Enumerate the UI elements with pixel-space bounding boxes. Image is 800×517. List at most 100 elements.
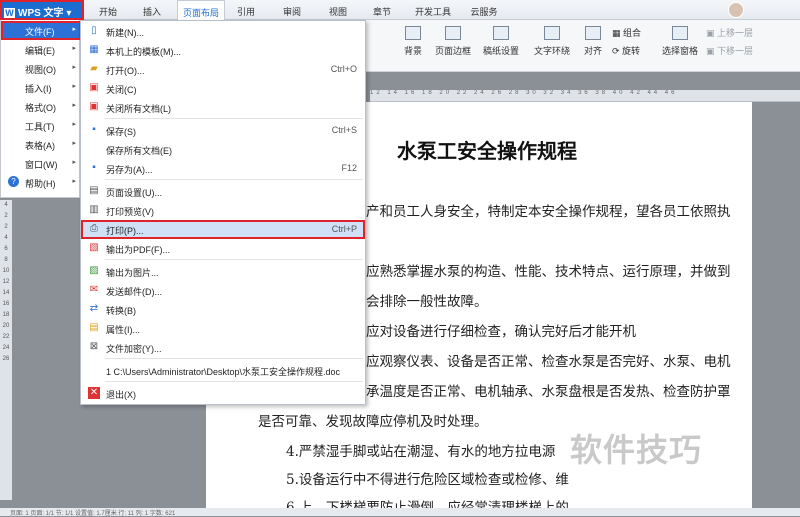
file-submenu: ▯ 新建(N)... ▦ 本机上的模板(M)... ▰ 打开(O)... Ctrl+O … [80, 20, 366, 405]
tab-home[interactable]: 开始 [88, 0, 128, 20]
chevron-right-icon: ▸ [72, 121, 76, 128]
menu-item-print[interactable]: ⎙ 打印(P)... Ctrl+P [81, 220, 365, 239]
convert-icon: ⇄ [89, 303, 99, 314]
menu-item-export-image[interactable]: ▨ 输出为图片... [81, 262, 365, 281]
tab-view[interactable]: 视图 [320, 0, 356, 20]
send-backward-button[interactable]: ▣ 下移一层 [706, 44, 753, 58]
chevron-right-icon: ▸ [72, 26, 76, 33]
document-line: 4.严禁湿手脚或站在潮湿、有水的地方拉电源 [286, 444, 556, 460]
menu-tools[interactable]: 工具(T) ▸ [1, 116, 81, 135]
user-avatar[interactable] [728, 2, 744, 18]
text-wrap-icon [544, 26, 560, 40]
printer-icon: ⎙ [90, 223, 98, 234]
template-icon: ▦ [89, 44, 99, 55]
menu-window[interactable]: 窗口(W) ▸ [1, 154, 81, 173]
menu-table[interactable]: 表格(A) ▸ [1, 135, 81, 154]
watermark: 软件技巧 [570, 432, 703, 468]
menu-item-export-pdf[interactable]: ▧ 输出为PDF(F)... [81, 239, 365, 258]
tab-page-layout[interactable]: 页面布局 [177, 0, 225, 20]
menu-item-send-mail[interactable]: ✉ 发送邮件(D)... [81, 281, 365, 300]
properties-icon: ▤ [89, 322, 99, 333]
tab-developer[interactable]: 开发工具 [408, 0, 458, 20]
menu-view[interactable]: 视图(O) ▸ [1, 59, 81, 78]
align-icon [585, 26, 601, 40]
menu-item-page-setup[interactable]: ▤ 页面设置(U)... [81, 182, 365, 201]
chevron-right-icon: ▸ [72, 102, 76, 109]
menu-separator [105, 358, 363, 359]
tab-references[interactable]: 引用 [228, 0, 264, 20]
document-line: 产和员工人身安全，特制定本安全操作规程，望各员工依照执 [366, 204, 731, 220]
chevron-right-icon: ▸ [72, 83, 76, 90]
close-doc-icon: ▣ [89, 82, 99, 93]
grid-paper-icon [493, 26, 509, 40]
background-icon [405, 26, 421, 40]
menu-item-save-all[interactable]: 保存所有文档(E) [81, 140, 365, 159]
menu-item-exit[interactable]: ✕ 退出(X) [81, 384, 365, 403]
page-setup-icon: ▤ [89, 185, 99, 196]
text-wrap-button[interactable]: 文字环绕 [530, 26, 574, 57]
menu-separator [105, 381, 363, 382]
save-as-icon: ▪ [92, 162, 96, 173]
background-button[interactable]: 背景 [396, 26, 430, 57]
menu-separator [105, 179, 363, 180]
menu-item-save[interactable]: ▪ 保存(S) Ctrl+S [81, 121, 365, 140]
menu-item-new[interactable]: ▯ 新建(N)... [81, 22, 365, 41]
document-line: 承温度是否正常、电机轴承、水泵盘根是否发热、检查防护罩 [366, 384, 731, 400]
exit-icon: ✕ [88, 387, 100, 399]
image-export-icon: ▨ [89, 265, 99, 276]
save-icon: ▪ [92, 124, 96, 135]
mail-icon: ✉ [89, 284, 99, 295]
vertical-ruler: 4 2 2 4 6 8 10 12 14 16 18 20 22 24 26 [0, 200, 12, 500]
tab-chapter[interactable]: 章节 [364, 0, 400, 20]
encrypt-icon: ⊠ [89, 341, 99, 352]
menu-item-save-as[interactable]: ▪ 另存为(A)... F12 [81, 159, 365, 178]
chevron-right-icon: ▸ [72, 159, 76, 166]
pdf-icon: ▧ [89, 242, 99, 253]
tab-cloud[interactable]: 云服务 [462, 0, 506, 20]
document-line: 应熟悉掌握水泵的构造、性能、技术特点、运行原理，并做到 [366, 264, 731, 280]
app-name: WPS 文字 [18, 8, 64, 19]
menu-item-convert[interactable]: ⇄ 转换(B) [81, 300, 365, 319]
menu-item-close[interactable]: ▣ 关闭(C) [81, 79, 365, 98]
wps-logo-icon: W [4, 8, 15, 19]
folder-open-icon: ▰ [90, 63, 98, 74]
menu-item-recent-file[interactable]: 1 C:\Users\Administrator\Desktop\水泵工安全操作… [81, 361, 365, 380]
document-line: 5.设备运行中不得进行危险区域检查或检修、维 [286, 472, 569, 488]
selection-pane-button[interactable]: 选择窗格 [660, 26, 700, 57]
group-button[interactable]: ▦ 组合 [612, 26, 641, 40]
document-line: 是否可靠、发现故障应停机及时处理。 [258, 414, 488, 430]
help-icon: ? [8, 176, 19, 187]
selection-pane-icon [672, 26, 688, 40]
menu-help[interactable]: ? 帮助(H) ▸ [1, 173, 81, 192]
rotate-button[interactable]: ⟳ 旋转 [612, 44, 640, 58]
app-menu: 文件(F) ▸ 编辑(E) ▸ 视图(O) ▸ 插入(I) ▸ 格式(O) ▸ 工具(T)… [0, 20, 81, 198]
manuscript-setup-button[interactable]: 稿纸设置 [480, 26, 522, 57]
menu-item-close-all[interactable]: ▣ 关闭所有文档(L) [81, 98, 365, 117]
menu-item-print-preview[interactable]: ▥ 打印预览(V) [81, 201, 365, 220]
chevron-right-icon: ▸ [72, 64, 76, 71]
menu-file[interactable]: 文件(F) ▸ [1, 21, 81, 40]
print-preview-icon: ▥ [89, 204, 99, 215]
status-bar: 页面: 1 页面: 1/1 节: 1/1 设置值: 1.7厘米 行: 11 列:… [0, 508, 800, 517]
horizontal-ruler: 12 14 16 18 20 22 24 26 28 30 32 34 36 3… [370, 90, 800, 102]
page-border-icon [445, 26, 461, 40]
menu-insert[interactable]: 插入(I) ▸ [1, 78, 81, 97]
menu-item-properties[interactable]: ▤ 属性(I)... [81, 319, 365, 338]
app-menu-button[interactable]: W WPS 文字 ▾ [0, 0, 84, 20]
align-button[interactable]: 对齐 [578, 26, 608, 57]
document-title: 水泵工安全操作规程 [397, 139, 577, 163]
menu-format[interactable]: 格式(O) ▸ [1, 97, 81, 116]
tab-review[interactable]: 审阅 [274, 0, 310, 20]
menu-separator [105, 118, 363, 119]
menu-edit[interactable]: 编辑(E) ▸ [1, 40, 81, 59]
document-line: 应观察仪表、设备是否正常、检查水泵是否完好、水泵、电机 [366, 354, 731, 370]
bring-forward-button[interactable]: ▣ 上移一层 [706, 26, 753, 40]
new-doc-icon: ▯ [91, 25, 97, 36]
menu-item-encrypt[interactable]: ⊠ 文件加密(Y)... [81, 338, 365, 357]
page-border-button[interactable]: 页面边框 [432, 26, 474, 57]
menu-item-template[interactable]: ▦ 本机上的模板(M)... [81, 41, 365, 60]
menu-separator [105, 259, 363, 260]
chevron-right-icon: ▸ [72, 140, 76, 147]
menu-item-open[interactable]: ▰ 打开(O)... Ctrl+O [81, 60, 365, 79]
tab-insert[interactable]: 插入 [132, 0, 172, 20]
